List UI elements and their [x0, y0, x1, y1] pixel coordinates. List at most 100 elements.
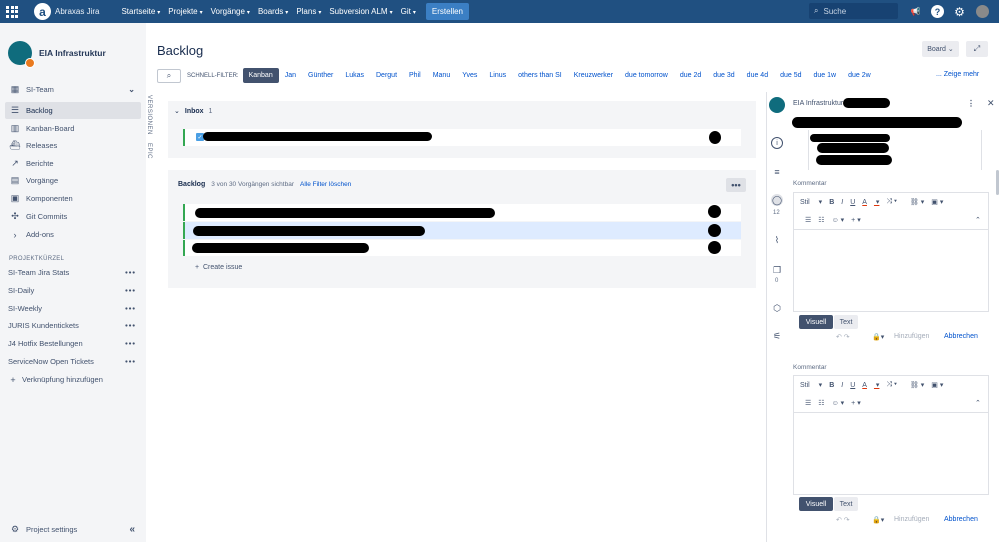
format-more-icon[interactable]: ⤨ ▾: [886, 198, 897, 206]
sidebar-item-addons[interactable]: › Add-ons: [5, 226, 141, 243]
board-selector[interactable]: ▦ SI-Team ⌄: [5, 81, 141, 98]
avatar[interactable]: [976, 5, 989, 18]
shortcut-item[interactable]: SI-Daily •••: [5, 282, 141, 299]
filter-guenther[interactable]: Günther: [302, 68, 339, 83]
comment-icon[interactable]: ◯: [771, 194, 783, 206]
filter-phil[interactable]: Phil: [403, 68, 427, 83]
link-icon[interactable]: ⛓ ▾: [910, 381, 924, 389]
versions-tab[interactable]: VERSIONEN: [146, 95, 152, 135]
filter-yves[interactable]: Yves: [456, 68, 483, 83]
insert-plus-icon[interactable]: + ▾: [851, 216, 861, 224]
app-switcher-icon[interactable]: [6, 5, 18, 18]
nav-subversion[interactable]: Subversion ALM ▾: [325, 7, 396, 16]
project-settings-link[interactable]: ⚙ Project settings «: [5, 521, 141, 538]
shortcut-item[interactable]: ServiceNow Open Tickets •••: [5, 353, 141, 370]
project-header[interactable]: EIA Infrastruktur: [8, 41, 106, 68]
shortcut-item[interactable]: JURIS Kundentickets •••: [5, 317, 141, 334]
underline-icon[interactable]: U: [850, 199, 855, 206]
create-button[interactable]: Erstellen: [425, 3, 469, 20]
emoji-icon[interactable]: ☺ ▾: [832, 216, 845, 224]
nav-projekte[interactable]: Projekte ▾: [164, 7, 206, 16]
filter-manu[interactable]: Manu: [427, 68, 457, 83]
link-icon[interactable]: ⛓ ▾: [910, 198, 924, 206]
image-icon[interactable]: ▣ ▾: [931, 381, 943, 389]
inbox-header[interactable]: ⌄ Inbox 1: [174, 107, 212, 116]
sidebar-item-backlog[interactable]: ☰ Backlog: [5, 102, 141, 119]
settings-sliders-icon[interactable]: ⚟: [771, 330, 783, 342]
collapse-toolbar-icon[interactable]: ⌃: [975, 216, 981, 224]
add-comment-button[interactable]: Hinzufügen: [894, 516, 929, 523]
shortcut-item[interactable]: SI-Weekly •••: [5, 300, 141, 317]
filter-kanban[interactable]: Kanban: [242, 68, 279, 83]
italic-icon[interactable]: I: [841, 382, 843, 389]
sidebar-item-git-commits[interactable]: ✣ Git Commits: [5, 208, 141, 225]
style-dropdown[interactable]: Stil ▾: [800, 198, 822, 206]
text-mode-button[interactable]: Text: [834, 315, 858, 329]
epics-tab[interactable]: EPIC: [146, 143, 152, 159]
add-comment-button[interactable]: Hinzufügen: [894, 333, 929, 340]
bold-icon[interactable]: B: [829, 199, 834, 206]
expand-icon[interactable]: ⤢: [966, 41, 988, 57]
filter-due-2d[interactable]: due 2d: [674, 68, 707, 83]
brand-name[interactable]: Abraxas Jira: [55, 7, 99, 16]
comment-editor[interactable]: [793, 192, 989, 312]
emoji-icon[interactable]: ☺ ▾: [832, 399, 845, 407]
create-issue-link[interactable]: + Create issue: [195, 264, 242, 271]
filter-due-5d[interactable]: due 5d: [774, 68, 807, 83]
filter-kreuzwerker[interactable]: Kreuzwerker: [568, 68, 619, 83]
cancel-comment-link[interactable]: Abbrechen: [944, 333, 978, 340]
board-dropdown[interactable]: Board ⌄: [922, 41, 959, 57]
filter-due-3d[interactable]: due 3d: [707, 68, 740, 83]
text-mode-button[interactable]: Text: [834, 497, 858, 511]
add-shortcut-link[interactable]: + Verknüpfung hinzufügen: [5, 371, 141, 388]
close-icon[interactable]: ✕: [987, 98, 995, 109]
sidebar-item-vorgaenge[interactable]: ▤ Vorgänge: [5, 172, 141, 189]
nav-plans[interactable]: Plans ▾: [292, 7, 325, 16]
format-more-icon[interactable]: ⤨ ▾: [886, 381, 897, 389]
attachment-icon[interactable]: ⌇: [771, 234, 783, 246]
description-icon[interactable]: ≡: [771, 166, 783, 178]
info-icon[interactable]: i: [771, 137, 783, 149]
text-color-icon[interactable]: A ▾: [862, 198, 879, 206]
nav-vorgaenge[interactable]: Vorgänge ▾: [207, 7, 254, 16]
bullet-list-icon[interactable]: ☰: [805, 216, 811, 224]
filter-jan[interactable]: Jan: [279, 68, 302, 83]
filter-others[interactable]: others than SI: [512, 68, 568, 83]
filter-due-4d[interactable]: due 4d: [741, 68, 774, 83]
detail-more-icon[interactable]: ⋮: [967, 99, 975, 108]
search-input[interactable]: ⌕ Suche: [809, 3, 898, 19]
gear-icon[interactable]: ⚙: [953, 5, 966, 19]
italic-icon[interactable]: I: [841, 199, 843, 206]
nav-startseite[interactable]: Startseite ▾: [117, 7, 164, 16]
clear-filters-link[interactable]: Alle Filter löschen: [300, 181, 351, 188]
image-icon[interactable]: ▣ ▾: [931, 198, 943, 206]
sidebar-item-kanban[interactable]: ▥ Kanban-Board: [5, 120, 141, 137]
insert-plus-icon[interactable]: + ▾: [851, 399, 861, 407]
filter-search-icon[interactable]: ⌕: [157, 68, 181, 83]
sidebar-item-releases[interactable]: ⛴ Releases: [5, 137, 141, 154]
cancel-comment-link[interactable]: Abbrechen: [944, 516, 978, 523]
nav-boards[interactable]: Boards ▾: [254, 7, 292, 16]
numbered-list-icon[interactable]: ☷: [818, 216, 824, 224]
filter-lukas[interactable]: Lukas: [339, 68, 370, 83]
backlog-more-icon[interactable]: •••: [726, 178, 746, 192]
filter-due-2w[interactable]: due 2w: [842, 68, 877, 83]
visual-mode-button[interactable]: Visuell: [799, 497, 833, 511]
megaphone-icon[interactable]: 📢: [909, 5, 922, 18]
shortcut-item[interactable]: SI-Team Jira Stats •••: [5, 264, 141, 281]
numbered-list-icon[interactable]: ☷: [818, 399, 824, 407]
filter-dergut[interactable]: Dergut: [370, 68, 403, 83]
lock-icon[interactable]: 🔒▾: [872, 516, 891, 524]
jira-logo-icon[interactable]: a: [34, 3, 51, 20]
filter-linus[interactable]: Linus: [483, 68, 512, 83]
undo-redo-icon[interactable]: ↶ ↷: [836, 516, 850, 524]
subtasks-icon[interactable]: ❐: [771, 264, 783, 276]
bold-icon[interactable]: B: [829, 382, 834, 389]
hexagon-icon[interactable]: ⬡: [771, 302, 783, 314]
sidebar-item-komponenten[interactable]: ▣ Komponenten: [5, 190, 141, 207]
shortcut-item[interactable]: J4 Hotfix Bestellungen •••: [5, 335, 141, 352]
nav-git[interactable]: Git ▾: [397, 7, 420, 16]
filter-due-tomorrow[interactable]: due tomorrow: [619, 68, 674, 83]
collapse-toolbar-icon[interactable]: ⌃: [975, 399, 981, 407]
underline-icon[interactable]: U: [850, 382, 855, 389]
